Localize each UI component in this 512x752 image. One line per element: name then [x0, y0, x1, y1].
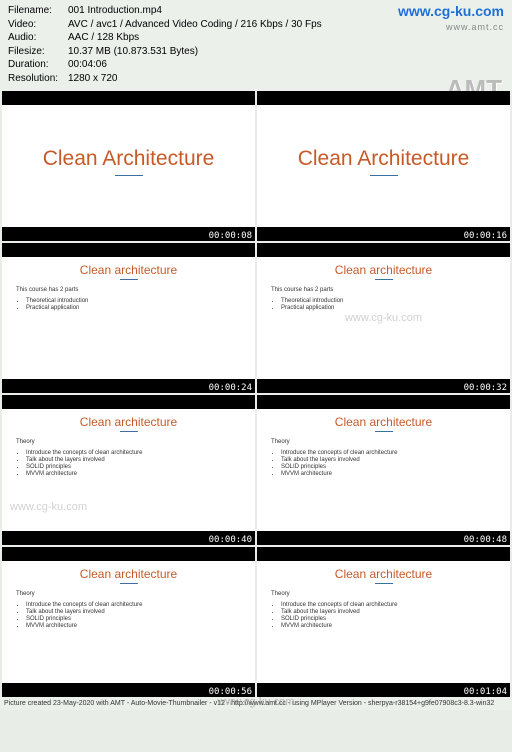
slide-title: Clean Architecture [271, 147, 496, 171]
filesize-label: Filesize: [8, 45, 68, 59]
audio-label: Audio: [8, 31, 68, 45]
timecode: 00:00:16 [464, 231, 507, 241]
video-label: Video: [8, 18, 68, 32]
timecode: 00:00:56 [209, 687, 252, 697]
bullet-item: Talk about the layers involved [26, 457, 241, 463]
timecode: 00:00:48 [464, 535, 507, 545]
slide-title: Clean architecture [271, 567, 496, 581]
slide-lead: This course has 2 parts [16, 286, 241, 295]
duration-label: Duration: [8, 58, 68, 72]
footer-text: Picture created 23-May-2020 with AMT - A… [0, 697, 512, 710]
timecode: 00:00:32 [464, 383, 507, 393]
slide-bullets: Theoretical introductionPractical applic… [271, 298, 496, 312]
bullet-item: MVVM architecture [26, 471, 241, 477]
bullet-item: MVVM architecture [26, 623, 241, 629]
bullet-item: SOLID principles [26, 616, 241, 622]
timecode: 00:00:24 [209, 383, 252, 393]
bullet-item: SOLID principles [26, 464, 241, 470]
bullet-item: Practical application [26, 305, 241, 311]
watermark-url: www.cg-ku.com [398, 2, 504, 21]
thumbnail: Clean Architecture 00:00:16 [257, 91, 510, 241]
thumbnail: Clean architecture Theory Introduce the co… [257, 547, 510, 697]
bullet-item: Introduce the concepts of clean architec… [281, 450, 496, 456]
slide-bullets: Introduce the concepts of clean architec… [271, 450, 496, 478]
thumbnail: Clean architecture Theory Introduce the co… [257, 395, 510, 545]
thumbnail: Clean architecture This course has 2 part… [2, 243, 255, 393]
slide-title: Clean architecture [16, 263, 241, 277]
watermark-sub: www.amt.cc [398, 21, 504, 33]
slide-lead: Theory [16, 438, 241, 447]
slide-title: Clean architecture [16, 567, 241, 581]
file-info: www.cg-ku.com www.amt.cc Filename:001 In… [0, 0, 512, 91]
resolution-label: Resolution: [8, 72, 68, 86]
slide-title: Clean architecture [271, 263, 496, 277]
filesize-value: 10.37 MB (10.873.531 Bytes) [68, 45, 504, 59]
slide-title: Clean architecture [271, 415, 496, 429]
bullet-item: SOLID principles [281, 464, 496, 470]
thumbnail: Clean architecture Theory Introduce the co… [2, 547, 255, 697]
bullet-item: MVVM architecture [281, 471, 496, 477]
bullet-item: Theoretical introduction [26, 298, 241, 304]
bullet-item: Introduce the concepts of clean architec… [26, 602, 241, 608]
slide-lead: Theory [271, 590, 496, 599]
slide-watermark: www.cg-ku.com [10, 501, 87, 513]
bullet-item: Talk about the layers involved [26, 609, 241, 615]
slide-lead: Theory [16, 590, 241, 599]
watermark-top: www.cg-ku.com www.amt.cc [398, 2, 504, 33]
slide-title: Clean Architecture [16, 147, 241, 171]
thumbnail: Clean architecture This course has 2 part… [257, 243, 510, 393]
resolution-value: 1280 x 720 [68, 72, 504, 86]
thumbnail: Clean architecture Theory Introduce the co… [2, 395, 255, 545]
slide-bullets: Introduce the concepts of clean architec… [16, 450, 241, 478]
timecode: 00:00:40 [209, 535, 252, 545]
thumbnail: Clean Architecture 00:00:08 [2, 91, 255, 241]
bullet-item: MVVM architecture [281, 623, 496, 629]
bullet-item: Theoretical introduction [281, 298, 496, 304]
thumbnail-grid: Clean Architecture00:00:08Clean Architec… [0, 91, 512, 697]
bullet-item: Introduce the concepts of clean architec… [26, 450, 241, 456]
filename-label: Filename: [8, 4, 68, 18]
slide-title: Clean architecture [16, 415, 241, 429]
duration-value: 00:04:06 [68, 58, 504, 72]
slide-lead: Theory [271, 438, 496, 447]
slide-watermark: www.cg-ku.com [345, 312, 422, 324]
slide-bullets: Theoretical introductionPractical applic… [16, 298, 241, 312]
thumbnail-sheet: www.cg-ku.com www.amt.cc Filename:001 In… [0, 0, 512, 708]
bullet-item: Talk about the layers involved [281, 457, 496, 463]
bullet-item: Talk about the layers involved [281, 609, 496, 615]
timecode: 00:00:08 [209, 231, 252, 241]
timecode: 00:01:04 [464, 687, 507, 697]
slide-bullets: Introduce the concepts of clean architec… [16, 602, 241, 630]
bullet-item: SOLID principles [281, 616, 496, 622]
slide-bullets: Introduce the concepts of clean architec… [271, 602, 496, 630]
bullet-item: Introduce the concepts of clean architec… [281, 602, 496, 608]
bullet-item: Practical application [281, 305, 496, 311]
slide-lead: This course has 2 parts [271, 286, 496, 295]
